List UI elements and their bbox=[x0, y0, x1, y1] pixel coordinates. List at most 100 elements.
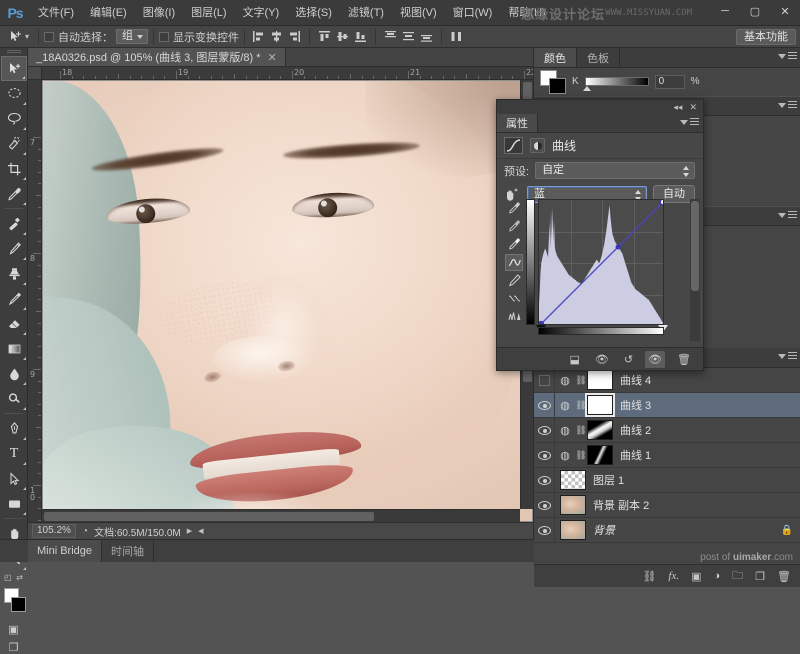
table-row[interactable]: 背景 🔒 bbox=[534, 517, 800, 543]
clip-to-layer-icon[interactable]: ⬓ bbox=[566, 351, 582, 368]
maximize-button[interactable]: ▢ bbox=[740, 0, 770, 22]
menu-item-view[interactable]: 视图(V) bbox=[392, 0, 445, 26]
tab-swatches[interactable]: 色板 bbox=[577, 48, 620, 67]
table-row[interactable]: ◍ ⛓ 曲线 1 bbox=[534, 442, 800, 468]
layer-style-icon[interactable]: fx. bbox=[668, 570, 679, 582]
tool-blur[interactable] bbox=[1, 361, 27, 386]
mask-link-icon[interactable]: ⛓ bbox=[575, 450, 587, 461]
screen-mode-icon[interactable]: ❐ bbox=[9, 641, 19, 654]
sample-gray-point-icon[interactable] bbox=[505, 218, 523, 235]
layers-list[interactable]: ◍ ⛓ 曲线 4 ◍ ⛓ 曲线 3 ◍ ⛓ 曲线 2 ◍ ⛓ 曲线 1 图层 1 背景 副本 2 背景 🔒 bbox=[534, 368, 800, 564]
view-previous-state-icon[interactable]: 👁 bbox=[592, 351, 612, 368]
smooth-curve-icon[interactable] bbox=[505, 290, 523, 307]
layer-thumbnail[interactable] bbox=[585, 393, 615, 417]
minimize-button[interactable]: ─ bbox=[710, 0, 740, 22]
layer-visibility-toggle[interactable] bbox=[534, 492, 555, 518]
properties-panel-titlebar[interactable]: ◂◂ ✕ bbox=[497, 100, 703, 114]
quick-mask-mode-icon[interactable]: ▣ bbox=[8, 623, 18, 636]
properties-panel[interactable]: ◂◂ ✕ 属性 曲线 预设: 自定 蓝 自动 ⬓ 👁 ↺ 👁 🗑 bbox=[496, 99, 704, 371]
layer-thumbnail[interactable] bbox=[560, 470, 586, 490]
curve-draw-icon[interactable] bbox=[505, 254, 523, 271]
canvas-area[interactable]: 1819202122 7 8 9 10 bbox=[28, 67, 533, 522]
status-collapse-icon[interactable]: ◀ bbox=[198, 527, 203, 535]
tool-healing-brush[interactable] bbox=[1, 211, 27, 236]
pencil-draw-icon[interactable] bbox=[505, 272, 523, 289]
collapse-to-icons-icon[interactable]: ◂◂ bbox=[673, 102, 682, 113]
mask-link-icon[interactable]: ⛓ bbox=[575, 375, 587, 386]
toggle-visibility-icon[interactable]: 👁 bbox=[645, 350, 666, 368]
menu-item-select[interactable]: 选择(S) bbox=[287, 0, 340, 26]
align-top-edges-icon[interactable] bbox=[316, 28, 333, 45]
document-tab[interactable]: _18A0326.psd @ 105% (曲线 3, 图层蒙版/8) * ✕ bbox=[28, 48, 286, 66]
tool-move[interactable] bbox=[1, 56, 27, 81]
color-panel-menu-button[interactable] bbox=[778, 52, 797, 61]
curve-control-point[interactable] bbox=[659, 200, 664, 206]
color-panel-background-swatch[interactable] bbox=[549, 77, 566, 94]
menu-item-window[interactable]: 窗口(W) bbox=[445, 0, 501, 26]
tool-pen[interactable] bbox=[1, 416, 27, 441]
tool-brush[interactable] bbox=[1, 236, 27, 261]
layer-thumbnail[interactable] bbox=[587, 445, 613, 465]
background-color-swatch[interactable] bbox=[11, 597, 26, 612]
layer-thumbnail[interactable] bbox=[560, 520, 586, 540]
swap-colors-icon[interactable]: ⇄ bbox=[16, 573, 23, 582]
layer-visibility-toggle[interactable] bbox=[534, 517, 555, 543]
status-play-icon[interactable]: ◔ bbox=[82, 526, 88, 537]
menu-item-layer[interactable]: 图层(L) bbox=[183, 0, 234, 26]
curve-graph[interactable] bbox=[538, 199, 664, 325]
k-channel-slider[interactable] bbox=[582, 77, 649, 91]
sample-white-point-icon[interactable] bbox=[505, 236, 523, 253]
curve-graph-wrapper[interactable] bbox=[526, 199, 676, 339]
sample-black-point-icon[interactable] bbox=[505, 200, 523, 217]
toolbar-color-swatches[interactable] bbox=[0, 586, 28, 618]
reset-icon[interactable]: ↺ bbox=[621, 351, 636, 368]
table-row[interactable]: ◍ ⛓ 曲线 3 bbox=[534, 392, 800, 418]
clip-to-layer-toggle-icon[interactable] bbox=[530, 138, 545, 153]
status-expand-icon[interactable]: ▶ bbox=[187, 527, 192, 535]
mask-link-icon[interactable]: ⛓ bbox=[575, 425, 587, 436]
delete-icon[interactable]: 🗑 bbox=[674, 351, 694, 368]
workspace-switcher-button[interactable]: 基本功能 bbox=[736, 28, 796, 45]
tool-path-selection[interactable] bbox=[1, 466, 27, 491]
tool-eyedropper[interactable] bbox=[1, 181, 27, 206]
curve-control-point[interactable] bbox=[615, 244, 621, 250]
layer-thumbnail[interactable] bbox=[560, 495, 586, 515]
current-tool-icon-move[interactable]: ▾ bbox=[4, 29, 33, 44]
vertical-ruler[interactable]: 7 8 9 10 bbox=[28, 80, 42, 522]
layer-visibility-toggle[interactable] bbox=[534, 392, 555, 418]
tab-properties[interactable]: 属性 bbox=[497, 114, 538, 132]
properties-panel-menu-button[interactable] bbox=[680, 118, 699, 127]
close-button[interactable]: ✕ bbox=[770, 0, 800, 22]
k-slider-thumb[interactable] bbox=[582, 86, 591, 91]
document-image[interactable] bbox=[42, 80, 533, 522]
tool-clone-stamp[interactable] bbox=[1, 261, 27, 286]
distribute-bottom-edges-icon[interactable] bbox=[418, 28, 435, 45]
align-left-edges-icon[interactable] bbox=[250, 28, 267, 45]
toolbar-grip[interactable] bbox=[0, 48, 27, 56]
default-colors-icon[interactable]: ◰ bbox=[4, 573, 12, 582]
table-row[interactable]: ◍ ⛓ 曲线 2 bbox=[534, 417, 800, 443]
zoom-level-input[interactable]: 105.2% bbox=[32, 524, 76, 538]
tool-quick-selection[interactable] bbox=[1, 131, 27, 156]
tool-history-brush[interactable] bbox=[1, 286, 27, 311]
add-mask-icon[interactable]: ▣ bbox=[691, 570, 701, 583]
align-horizontal-centers-icon[interactable] bbox=[268, 28, 285, 45]
new-layer-icon[interactable]: ❐ bbox=[755, 570, 765, 583]
bottom-tab-timeline[interactable]: 时间轴 bbox=[102, 540, 155, 562]
new-adjustment-layer-icon[interactable]: ◑ bbox=[714, 570, 721, 582]
tool-marquee[interactable] bbox=[1, 81, 27, 106]
auto-select-dropdown[interactable]: 组 bbox=[116, 29, 149, 44]
table-row[interactable]: ◍ ⛓ 曲线 4 bbox=[534, 368, 800, 393]
bottom-tab-mini-bridge[interactable]: Mini Bridge bbox=[28, 540, 103, 562]
align-right-edges-icon[interactable] bbox=[286, 28, 303, 45]
menu-item-edit[interactable]: 编辑(E) bbox=[82, 0, 135, 26]
strip-2-menu-button[interactable] bbox=[778, 211, 797, 220]
mask-link-icon[interactable]: ⛓ bbox=[575, 400, 587, 411]
strip-1-menu-button[interactable] bbox=[778, 101, 797, 110]
distribute-spacing-icon[interactable] bbox=[448, 28, 465, 45]
show-transform-controls-checkbox[interactable] bbox=[159, 31, 170, 42]
layer-thumbnail[interactable] bbox=[587, 420, 613, 440]
tab-color[interactable]: 颜色 bbox=[534, 48, 577, 67]
tool-dodge[interactable] bbox=[1, 386, 27, 411]
layer-visibility-toggle[interactable] bbox=[534, 417, 555, 443]
